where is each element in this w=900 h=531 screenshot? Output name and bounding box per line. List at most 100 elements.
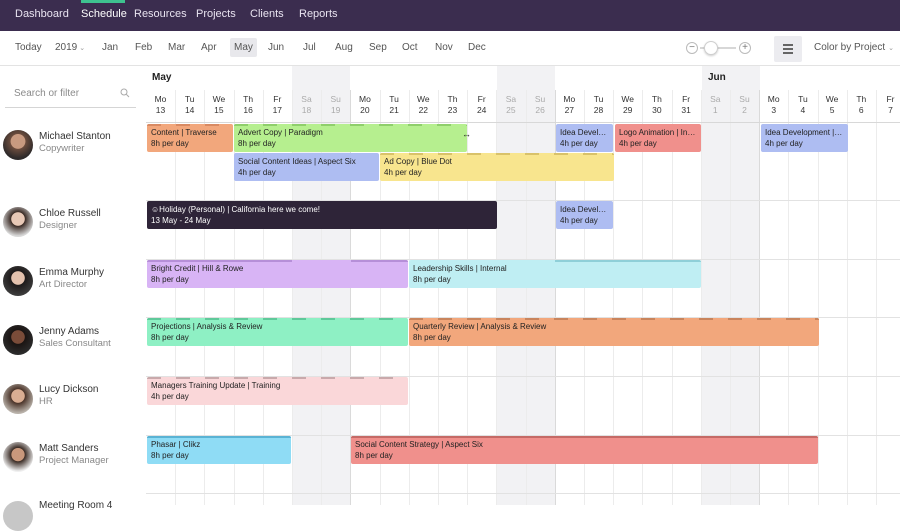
day-number: 26 [535, 105, 545, 115]
row-divider [146, 493, 900, 494]
day-header: Fr 31 [672, 94, 701, 116]
person-role: Project Manager [39, 455, 109, 466]
day-of-week: Fr [682, 94, 691, 104]
task-bar[interactable]: Bright Credit | Hill & Rowe 8h per day [147, 260, 408, 288]
day-header: Tu 21 [380, 94, 409, 116]
task-title: Advert Copy | Paradigm [238, 128, 323, 137]
month-header: Jun [708, 72, 726, 83]
person-role: Art Director [39, 279, 88, 290]
task-bar[interactable]: Projections | Analysis & Review 8h per d… [147, 318, 408, 346]
holiday-bar[interactable]: ☺Holiday (Personal) | California here we… [147, 201, 497, 229]
day-of-week: Fr [273, 94, 282, 104]
day-header: Su 26 [526, 94, 555, 116]
zoom-out-button[interactable]: − [686, 42, 698, 54]
month-sep[interactable]: Sep [369, 42, 387, 53]
list-view-button[interactable] [774, 36, 802, 62]
day-gridline [846, 90, 848, 505]
task-dashes [147, 260, 408, 262]
day-header: Tu 28 [584, 94, 613, 116]
task-title: Idea Develop... [560, 205, 609, 214]
task-bar[interactable]: Idea Development | As... 4h per day [761, 124, 848, 152]
day-of-week: Mo [154, 94, 167, 104]
list-icon-line [783, 48, 793, 50]
person-name: Emma Murphy [39, 267, 105, 278]
schedule-grid[interactable]: May Jun Mo 13 Tu 14 We 15 Th 16 Fr 17 Sa 18 Su 19 Mo 20… [146, 66, 900, 505]
day-number: 18 [301, 105, 312, 115]
task-hours: 4h per day [238, 168, 276, 177]
day-header: Mo 13 [146, 94, 175, 116]
task-bar[interactable]: Logo Animation | Innate 4h per day [615, 124, 701, 152]
year-select[interactable]: 2019 ⌄ [55, 42, 85, 53]
person-name: Chloe Russell [39, 208, 101, 219]
month-jul[interactable]: Jul [303, 42, 316, 53]
nav-resources[interactable]: Resources [134, 8, 187, 20]
zoom-slider-handle[interactable] [704, 41, 718, 55]
task-title: Social Content Strategy | Aspect Six [355, 440, 483, 449]
task-title: Quarterly Review | Analysis & Review [413, 322, 547, 331]
day-header: Su 2 [730, 94, 759, 116]
month-may[interactable]: May [230, 38, 257, 57]
day-of-week: Tu [798, 94, 808, 104]
day-header: Tu 14 [175, 94, 204, 116]
resize-handle-icon[interactable]: ↔ [462, 129, 471, 139]
search-input[interactable] [5, 83, 115, 99]
month-apr[interactable]: Apr [201, 42, 217, 53]
month-aug[interactable]: Aug [335, 42, 353, 53]
day-header: We 29 [613, 94, 642, 116]
list-icon-line [783, 52, 793, 54]
task-bar[interactable]: Quarterly Review | Analysis & Review 8h … [409, 318, 819, 346]
day-number: 15 [214, 105, 224, 115]
search-icon[interactable] [120, 88, 130, 98]
month-jan[interactable]: Jan [102, 42, 118, 53]
search-field [5, 83, 136, 108]
task-bar[interactable]: Social Content Ideas | Aspect Six 4h per… [234, 153, 379, 181]
day-number: 28 [593, 105, 604, 115]
task-bar[interactable]: Advert Copy | Paradigm 8h per day [234, 124, 467, 152]
task-bar[interactable]: Content | Traverse 8h per day [147, 124, 233, 152]
task-bar[interactable]: Ad Copy | Blue Dot 4h per day [380, 153, 614, 181]
task-bar[interactable]: Phasar | Clikz 8h per day [147, 436, 291, 464]
day-header: Mo 27 [555, 94, 584, 116]
avatar [3, 266, 33, 296]
day-number: 19 [330, 105, 341, 115]
task-title: Ad Copy | Blue Dot [384, 157, 452, 166]
task-hours: 4h per day [560, 216, 598, 225]
color-by-select[interactable]: Color by Project ⌄ [814, 42, 894, 53]
person-name: Jenny Adams [39, 326, 100, 337]
nav-schedule[interactable]: Schedule [81, 8, 127, 20]
day-of-week: We [212, 94, 226, 104]
nav-clients[interactable]: Clients [250, 8, 284, 20]
month-dec[interactable]: Dec [468, 42, 486, 53]
nav-dashboard[interactable]: Dashboard [15, 8, 69, 20]
day-header: Fr 24 [467, 94, 496, 116]
day-number: 27 [564, 105, 575, 115]
day-of-week: Th [856, 94, 867, 104]
nav-projects[interactable]: Projects [196, 8, 236, 20]
person-name: Matt Sanders [39, 443, 99, 454]
day-number: 23 [447, 105, 458, 115]
month-feb[interactable]: Feb [135, 42, 152, 53]
month-oct[interactable]: Oct [402, 42, 418, 53]
day-of-week: Tu [184, 94, 195, 104]
day-header: Mo 3 [759, 94, 788, 116]
task-title: Leadership Skills | Internal [413, 264, 507, 273]
day-header: Th 16 [234, 94, 263, 116]
month-mar[interactable]: Mar [168, 42, 185, 53]
toolbar: Today 2019 ⌄ Jan Feb Mar Apr May Jun Jul … [0, 31, 900, 66]
task-bar[interactable]: Leadership Skills | Internal 8h per day [409, 260, 701, 288]
person-role: HR [39, 396, 53, 407]
day-of-week: Tu [389, 94, 399, 104]
day-header: Fr 7 [876, 94, 900, 116]
task-bar[interactable]: Idea Develop... 4h per day [556, 124, 613, 152]
task-bar[interactable]: Social Content Strategy | Aspect Six 8h … [351, 436, 818, 464]
task-bar[interactable]: Idea Develop... 4h per day [556, 201, 613, 229]
nav-reports[interactable]: Reports [299, 8, 338, 20]
day-of-week: Sa [301, 94, 312, 104]
task-bar[interactable]: Managers Training Update | Training 4h p… [147, 377, 408, 405]
today-button[interactable]: Today [15, 42, 42, 53]
task-hours: 8h per day [151, 451, 189, 460]
task-title: Bright Credit | Hill & Rowe [151, 264, 244, 273]
month-nov[interactable]: Nov [435, 42, 453, 53]
month-jun[interactable]: Jun [268, 42, 284, 53]
zoom-in-button[interactable]: + [739, 42, 751, 54]
